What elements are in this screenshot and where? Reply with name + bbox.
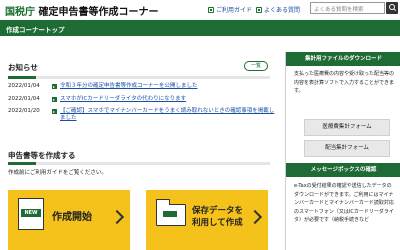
search-button[interactable] bbox=[386, 2, 398, 14]
page-title-bar: 作成コーナートップ bbox=[0, 20, 400, 36]
use-saved-data-button[interactable]: 保存データを 利用して作成 bbox=[146, 190, 268, 250]
search-input[interactable]: よくある質問を検索 bbox=[310, 2, 385, 14]
news-link[interactable]: スマホがICカードリーダライタの代わりになります bbox=[60, 96, 186, 103]
news-divider-accent bbox=[8, 76, 36, 79]
site-header: 国税庁 確定申告書等作成コーナー ご利用ガイド よくある質問 よくある質問を検索 bbox=[0, 0, 400, 19]
faq-link[interactable]: よくある質問 bbox=[256, 5, 300, 14]
arrow-icon bbox=[52, 84, 57, 89]
download-heading: 集計用ファイルのダウンロード bbox=[286, 52, 400, 66]
page-title: 作成コーナートップ bbox=[6, 26, 65, 34]
news-link[interactable]: 令和３年分の確定申告書等作成コーナーを公開しました bbox=[60, 83, 198, 90]
sidebar: 集計用ファイルのダウンロード 支払った医療費の内容や受け取った配当等の内容を表計… bbox=[285, 52, 400, 250]
guide-icon bbox=[208, 6, 214, 13]
faq-link-label: よくある質問 bbox=[264, 7, 301, 14]
create-divider bbox=[8, 162, 270, 165]
guide-link-label: ご利用ガイド bbox=[216, 7, 253, 14]
use-saved-data-label-1: 保存データを bbox=[192, 206, 244, 216]
chevron-right-icon bbox=[247, 209, 263, 225]
news-divider bbox=[8, 76, 270, 79]
create-divider-accent bbox=[8, 162, 36, 165]
site-title: 確定申告書等作成コーナー bbox=[38, 7, 159, 18]
news-link[interactable]: 【ご確認】スマホでマイナンバーカードをうまく読み取れないときの確認事項を掲載しま… bbox=[60, 108, 276, 122]
message-box-description: e-Taxの受付結果の確認や送信したデータのダウンロードができます。ご利用にはマ… bbox=[294, 183, 394, 223]
new-document-icon: NEW bbox=[18, 198, 44, 230]
news-heading: お知らせ bbox=[8, 63, 38, 72]
news-list-button[interactable]: 一覧 bbox=[244, 61, 268, 71]
message-box-heading: メッセージボックスの確認 bbox=[286, 163, 400, 177]
start-create-label: 作成開始 bbox=[52, 212, 92, 223]
news-item: 2022/01/04 スマホがICカードリーダライタの代わりになります bbox=[8, 96, 276, 103]
news-item: 2022/01/20 【ご確認】スマホでマイナンバーカードをうまく読み取れないと… bbox=[8, 108, 276, 122]
main-content: お知らせ 一覧 2022/01/04 令和３年分の確定申告書等作成コーナーを公開… bbox=[0, 36, 282, 250]
site-logo[interactable]: 国税庁 確定申告書等作成コーナー bbox=[5, 3, 158, 18]
agency-name: 国税庁 bbox=[5, 7, 35, 18]
medical-expense-form-button[interactable]: 医療費集計フォーム bbox=[304, 119, 390, 136]
news-date: 2022/01/20 bbox=[8, 108, 40, 114]
new-badge: NEW bbox=[21, 209, 41, 217]
news-date: 2022/01/04 bbox=[8, 96, 40, 102]
download-description: 支払った医療費の内容や受け取った配当等の内容を表計算ソフトで入力することができま… bbox=[294, 71, 395, 94]
arrow-icon bbox=[52, 97, 57, 102]
arrow-icon bbox=[52, 109, 57, 114]
create-heading: 申告書等を作成する bbox=[8, 151, 76, 160]
news-date: 2022/01/04 bbox=[8, 83, 40, 89]
folder-icon bbox=[155, 199, 186, 226]
create-subtext: 作成前にご利用ガイドをご覧ください。 bbox=[8, 170, 107, 176]
guide-link[interactable]: ご利用ガイド bbox=[208, 5, 252, 14]
news-item: 2022/01/04 令和３年分の確定申告書等作成コーナーを公開しました bbox=[8, 83, 276, 90]
faq-icon bbox=[256, 6, 262, 13]
use-saved-data-label-2: 利用して作成 bbox=[192, 218, 243, 228]
dividend-form-button[interactable]: 配当集計フォーム bbox=[304, 140, 390, 157]
start-create-button[interactable]: NEW 作成開始 bbox=[8, 190, 130, 250]
chevron-right-icon bbox=[109, 209, 125, 225]
